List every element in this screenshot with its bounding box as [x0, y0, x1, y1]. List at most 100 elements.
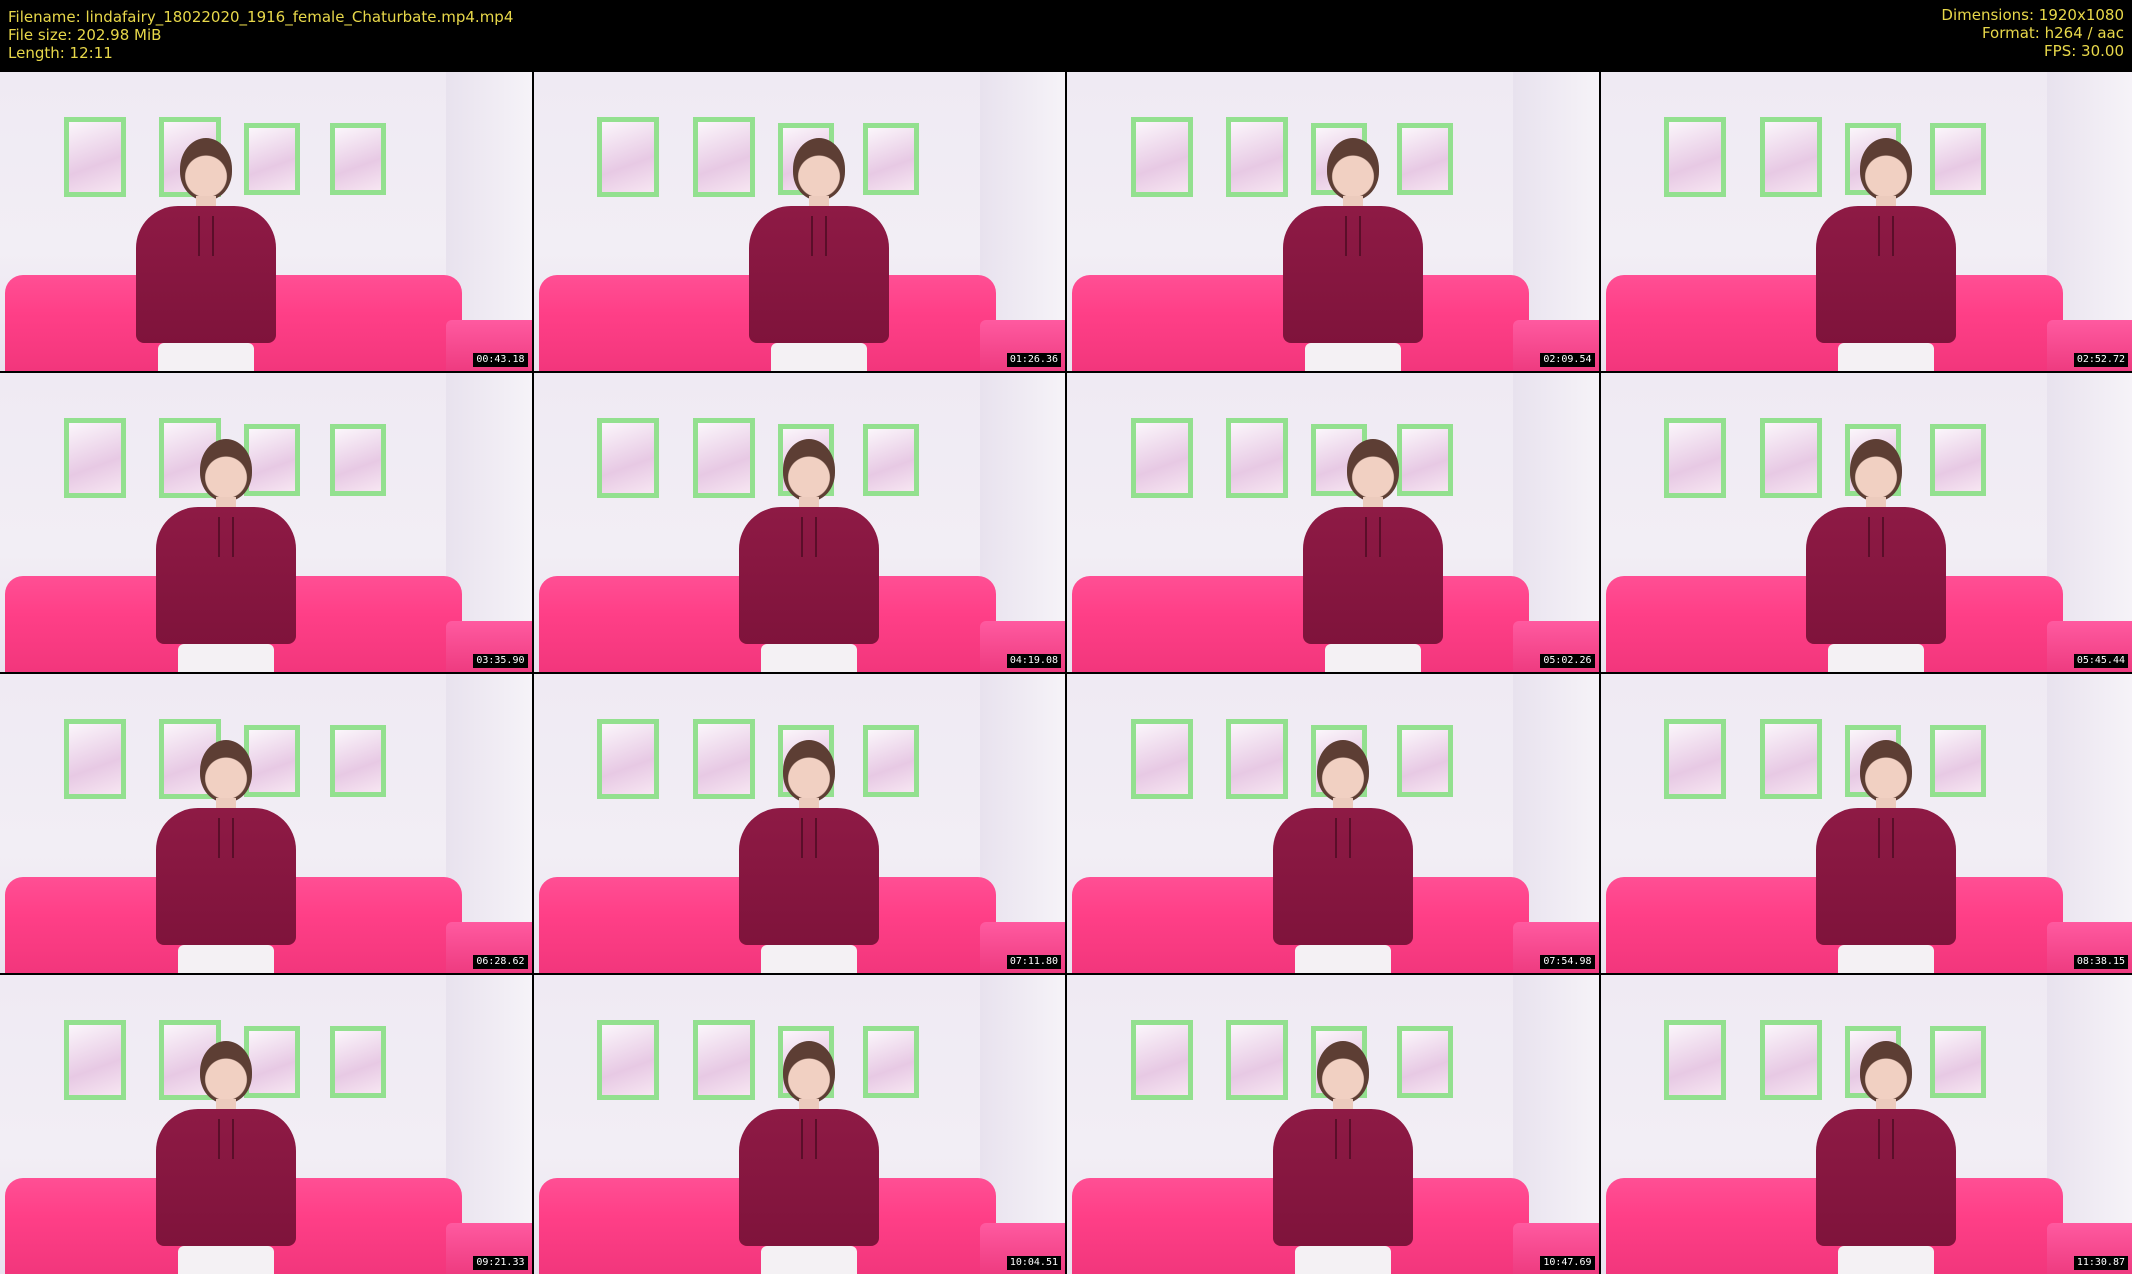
person [1272, 1040, 1413, 1274]
sweater-lace [217, 516, 234, 557]
wall-picture [1664, 417, 1727, 498]
timestamp-label: 05:02.26 [1540, 654, 1595, 668]
wall-picture [1759, 116, 1822, 197]
person [1272, 739, 1413, 973]
head [199, 739, 252, 802]
sweater-lace [801, 516, 818, 557]
thumbnail-frame: 06:28.62 [0, 674, 532, 973]
head [199, 1040, 252, 1103]
sweater-lace [801, 817, 818, 858]
info-header: Filename: lindafairy_18022020_1916_femal… [0, 0, 2132, 72]
thumbnail-frame: 05:45.44 [1600, 373, 2132, 672]
wall-picture [692, 116, 755, 197]
thumbnail-frame: 01:26.36 [533, 72, 1065, 371]
shorts [177, 945, 274, 973]
thumbnail-frame: 02:09.54 [1067, 72, 1599, 371]
wall-picture [1130, 718, 1193, 799]
sweater-lace [217, 1118, 234, 1159]
sweater-lace [1344, 215, 1361, 256]
head [1346, 438, 1399, 501]
head [1326, 137, 1379, 200]
timestamp-label: 09:21.33 [473, 1256, 528, 1270]
thumbnail-frame: 09:21.33 [0, 975, 532, 1274]
timestamp-label: 11:30.87 [2073, 1256, 2128, 1270]
thumbnail-frame: 00:43.18 [0, 72, 532, 371]
shorts [1294, 945, 1391, 973]
thumbnail-frame: 10:04.51 [533, 975, 1065, 1274]
thumbnail-frame: 11:30.87 [1600, 975, 2132, 1274]
timestamp-label: 02:52.72 [2073, 353, 2128, 367]
sweater-lace [1364, 516, 1381, 557]
thumbnail-frame: 07:54.98 [1067, 674, 1599, 973]
format-text: Format: h264 / aac [1981, 24, 2124, 42]
head [1316, 739, 1369, 802]
wall-picture [597, 116, 660, 197]
person [739, 739, 880, 973]
wall-picture [597, 417, 660, 498]
fps-text: FPS: 30.00 [2044, 42, 2124, 60]
sweater-lace [1878, 215, 1895, 256]
thumbnail-frame: 04:19.08 [533, 373, 1065, 672]
thumbnail-grid: 00:43.18 01:26.36 02:09.54 02:52.72 03:35.90… [0, 72, 2132, 1274]
shorts [1838, 1246, 1935, 1274]
dimensions-text: Dimensions: 1920x1080 [1941, 6, 2124, 24]
sweater-lace [1868, 516, 1885, 557]
sweater-lace [1334, 1118, 1351, 1159]
wall-picture [1130, 417, 1193, 498]
person [1816, 739, 1957, 973]
timestamp-label: 07:54.98 [1540, 955, 1595, 969]
shorts [177, 644, 274, 672]
sweater-lace [217, 817, 234, 858]
shorts [1324, 644, 1421, 672]
wall-picture [63, 116, 126, 197]
head [199, 438, 252, 501]
wall-picture [1130, 116, 1193, 197]
shorts [761, 1246, 858, 1274]
person [155, 739, 296, 973]
thumbnail-frame: 05:02.26 [1067, 373, 1599, 672]
person [749, 137, 890, 371]
thumbnail-frame: 10:47.69 [1067, 975, 1599, 1274]
filename-text: Filename: lindafairy_18022020_1916_femal… [8, 8, 514, 26]
sweater-lace [1878, 817, 1895, 858]
person [1816, 1040, 1957, 1274]
wall-picture [329, 423, 386, 496]
wall-picture [597, 1019, 660, 1100]
timestamp-label: 03:35.90 [473, 654, 528, 668]
person [135, 137, 276, 371]
person [739, 1040, 880, 1274]
length-text: Length: 12:11 [8, 44, 113, 62]
wall-picture [63, 718, 126, 799]
head [1860, 739, 1913, 802]
head [1850, 438, 1903, 501]
head [793, 137, 846, 200]
sweater-lace [801, 1118, 818, 1159]
person [155, 1040, 296, 1274]
timestamp-label: 10:04.51 [1006, 1256, 1061, 1270]
person [1806, 438, 1947, 672]
head [179, 137, 232, 200]
wall-picture [63, 1019, 126, 1100]
timestamp-label: 05:45.44 [2073, 654, 2128, 668]
person [155, 438, 296, 672]
wall-picture [329, 724, 386, 797]
sweater-lace [811, 215, 828, 256]
file-info: Filename: lindafairy_18022020_1916_femal… [8, 8, 513, 62]
thumbnail-frame: 08:38.15 [1600, 674, 2132, 973]
shorts [157, 343, 254, 371]
timestamp-label: 06:28.62 [473, 955, 528, 969]
head [783, 1040, 836, 1103]
timestamp-label: 08:38.15 [2073, 955, 2128, 969]
thumbnail-frame: 07:11.80 [533, 674, 1065, 973]
shorts [1838, 945, 1935, 973]
wall-picture [1226, 116, 1289, 197]
wall-picture [1664, 718, 1727, 799]
person [1302, 438, 1443, 672]
shorts [1304, 343, 1401, 371]
shorts [1838, 343, 1935, 371]
wall-picture [597, 718, 660, 799]
wall-picture [329, 122, 386, 195]
wall-picture [1130, 1019, 1193, 1100]
wall-picture [329, 1025, 386, 1098]
wall-picture [1226, 417, 1289, 498]
